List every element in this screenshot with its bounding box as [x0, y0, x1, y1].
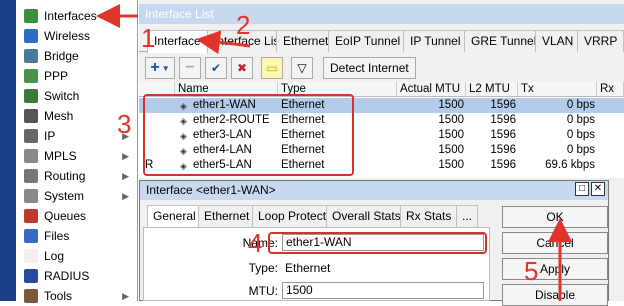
arrow-to-interface-tab	[196, 30, 251, 55]
annotation-arrows	[96, 4, 572, 301]
